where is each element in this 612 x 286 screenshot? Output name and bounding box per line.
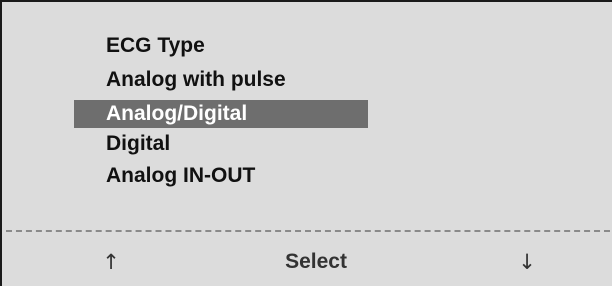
- menu-item-analog-in-out[interactable]: Analog IN-OUT: [74, 162, 368, 190]
- menu-item-digital[interactable]: Digital: [74, 130, 368, 158]
- menu-item-analog-with-pulse[interactable]: Analog with pulse: [74, 66, 368, 94]
- select-button[interactable]: Select: [264, 242, 368, 282]
- softkey-divider: [6, 230, 610, 232]
- menu-title: ECG Type: [106, 34, 205, 57]
- softkey-bar: ↑ Select ↓: [2, 242, 612, 282]
- arrow-up-icon[interactable]: ↑: [86, 242, 136, 282]
- menu-item-analog-digital[interactable]: Analog/Digital: [74, 100, 368, 128]
- arrow-down-icon[interactable]: ↓: [502, 242, 552, 282]
- ecg-type-menu-panel: ECG Type Analog with pulse Analog/Digita…: [0, 0, 612, 286]
